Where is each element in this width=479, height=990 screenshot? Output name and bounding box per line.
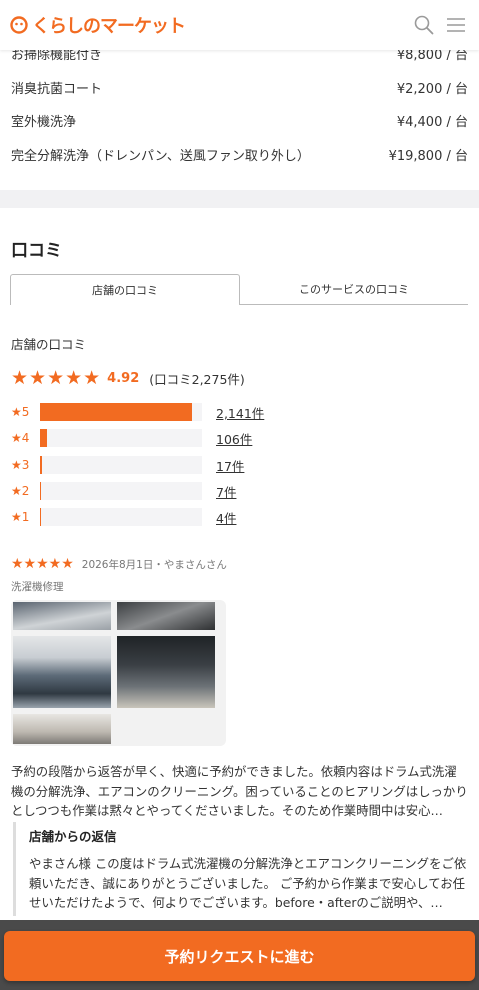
logo-text: くらしのマーケット	[32, 16, 186, 37]
dist-bar-fill	[40, 482, 41, 500]
dist-bar-track	[40, 482, 202, 500]
review-category: 洗濯機修理	[11, 581, 64, 593]
review-text: 予約の段階から返答が早く、快適に予約ができました。依頼内容はドラム式洗濯機の分解…	[11, 764, 468, 818]
price-row: 完全分解洗浄（ドレンパン、送風ファン取り外し） ¥19,800 / 台	[11, 145, 468, 164]
review-photo[interactable]	[13, 602, 111, 630]
reserve-request-button[interactable]: 予約リクエストに進む	[4, 931, 475, 981]
price-item-name: 完全分解洗浄（ドレンパン、送風ファン取り外し）	[11, 149, 310, 164]
review-count: (口コミ2,275件)	[149, 371, 245, 387]
dist-bar-fill	[40, 403, 193, 421]
rating-summary: ★★★★★ 4.92 (口コミ2,275件)	[11, 368, 245, 388]
dist-label: ★4	[11, 431, 30, 445]
rating-dist-row: ★3 17件	[11, 456, 271, 474]
app-header: くらしのマーケット	[0, 0, 479, 50]
rating-dist-row: ★5 2,141件	[11, 403, 271, 421]
tab-service-reviews[interactable]: このサービスの口コミ	[240, 274, 468, 305]
review-photo[interactable]	[13, 636, 111, 708]
price-item-price: ¥19,800 / 台	[388, 149, 468, 164]
dist-bar-track	[40, 429, 202, 447]
menu-icon[interactable]	[445, 14, 467, 36]
dist-label: ★5	[11, 405, 30, 419]
dist-count-link[interactable]: 4件	[216, 508, 236, 527]
dist-label: ★1	[11, 510, 30, 524]
reviews-title: 口コミ	[11, 241, 62, 261]
review-photo[interactable]	[13, 714, 111, 744]
price-row: 室外機洗浄 ¥4,400 / 台	[11, 111, 468, 130]
dist-count-link[interactable]: 7件	[216, 482, 236, 501]
rating-dist-row: ★2 7件	[11, 482, 271, 500]
price-item-price: ¥2,200 / 台	[396, 82, 468, 97]
section-divider	[0, 190, 479, 208]
reply-text: やまさん様 この度はドラム式洗濯機の分解洗浄とエアコンクリーニングをご依頼いただ…	[29, 856, 467, 910]
reply-title: 店舗からの返信	[29, 829, 117, 844]
search-icon[interactable]	[413, 14, 435, 36]
logo-mark-icon	[10, 16, 28, 34]
review-date-user: 2026年8月1日・やまさんさん	[81, 558, 227, 571]
dist-bar-track	[40, 403, 202, 421]
tab-store-reviews[interactable]: 店舗の口コミ	[10, 274, 240, 305]
review-photo-gallery[interactable]	[11, 600, 226, 746]
review-tabs: 店舗の口コミ このサービスの口コミ	[10, 274, 468, 305]
price-item-price: ¥4,400 / 台	[396, 115, 468, 130]
price-item-name: 室外機洗浄	[11, 115, 77, 130]
review-stars: ★★★★★	[11, 556, 74, 572]
rating-dist-row: ★1 4件	[11, 508, 271, 526]
review-meta: ★★★★★ 2026年8月1日・やまさんさん	[11, 556, 227, 572]
dist-bar-fill	[40, 429, 48, 447]
review-photo[interactable]	[117, 602, 215, 630]
dist-count-link[interactable]: 17件	[216, 456, 244, 475]
reviews-subhead: 店舗の口コミ	[11, 337, 87, 352]
dist-bar-track	[40, 456, 202, 474]
rating-stars: ★★★★★	[11, 367, 102, 389]
price-item-name: 消臭抗菌コート	[11, 82, 103, 97]
rating-score: 4.92	[107, 370, 140, 386]
price-row: 消臭抗菌コート ¥2,200 / 台	[11, 78, 468, 97]
dist-bar-fill	[40, 456, 42, 474]
logo[interactable]: くらしのマーケット	[10, 12, 186, 38]
review-photo[interactable]	[117, 636, 215, 708]
dist-count-link[interactable]: 2,141件	[216, 403, 264, 422]
dist-label: ★2	[11, 484, 30, 498]
rating-dist-row: ★4 106件	[11, 429, 271, 447]
dist-bar-fill	[40, 508, 41, 526]
store-reply: 店舗からの返信 やまさん様 この度はドラム式洗濯機の分解洗浄とエアコンクリーニン…	[13, 822, 468, 916]
dist-label: ★3	[11, 458, 30, 472]
dist-count-link[interactable]: 106件	[216, 429, 252, 448]
dist-bar-track	[40, 508, 202, 526]
